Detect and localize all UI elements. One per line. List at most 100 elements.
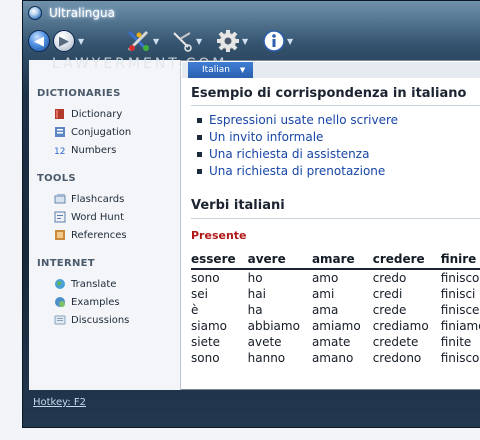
table-cell: finite	[440, 335, 472, 349]
table-cell: è	[191, 303, 199, 317]
table-cell: amano	[311, 351, 354, 365]
settings-dropdown-icon[interactable]: ▼	[242, 37, 248, 46]
tense-label: Presente	[191, 229, 247, 242]
column-header: amare	[311, 252, 373, 270]
hotkey-link[interactable]: Hotkey: F2	[33, 397, 86, 408]
sidebar-item-label: Conjugation	[71, 126, 132, 138]
sidebar-item-translate[interactable]: Translate	[54, 275, 180, 293]
sidebar-item-label: Numbers	[71, 144, 117, 156]
page-title: Esempio di corrispondenza in italiano	[191, 86, 480, 106]
tab-language[interactable]: Italian ▼	[188, 62, 254, 78]
sidebar-item-label: Examples	[71, 296, 120, 308]
sidebar-item-word-hunt[interactable]: Word Hunt	[54, 208, 180, 226]
status-bar: Hotkey: F2	[29, 393, 480, 413]
title-bar: Ultralingua	[22, 0, 480, 26]
flashcards-icon	[54, 194, 66, 204]
column-header: credere	[372, 252, 441, 270]
tools-icon[interactable]	[126, 29, 152, 57]
svg-text:12: 12	[54, 147, 65, 156]
table-row: siete avete amate credete finite	[191, 334, 480, 350]
sidebar-item-label: Discussions	[71, 314, 130, 326]
table-cell: siete	[191, 335, 221, 349]
table-cell: sei	[191, 287, 208, 301]
back-arrow-icon[interactable]: ◀	[28, 30, 50, 52]
table-cell: ama	[311, 303, 339, 317]
app-icon	[28, 6, 42, 20]
conjugation-icon	[55, 127, 65, 137]
table-cell: credete	[372, 335, 419, 349]
tab-strip: Italian ▼	[182, 62, 480, 78]
examples-icon	[55, 297, 65, 307]
table-cell: ha	[247, 303, 263, 317]
table-cell: avete	[247, 335, 282, 349]
page-background	[22, 428, 480, 440]
globe-icon	[55, 279, 65, 289]
sidebar-item-label: References	[71, 229, 127, 241]
sidebar-item-dictionary[interactable]: Dictionary	[54, 105, 180, 123]
table-cell: amiamo	[311, 319, 361, 333]
scissors-icon[interactable]	[170, 29, 194, 57]
table-cell: amate	[311, 335, 351, 349]
numbers-icon: 12	[54, 147, 65, 156]
table-cell: abbiamo	[247, 319, 300, 333]
window-title: Ultralingua	[49, 6, 115, 20]
sidebar-item-label: Word Hunt	[71, 211, 124, 223]
sidebar-item-numbers[interactable]: 12 Numbers	[54, 141, 180, 159]
table-cell: hanno	[247, 351, 286, 365]
sidebar-item-conjugation[interactable]: Conjugation	[54, 123, 180, 141]
table-cell: credo	[372, 271, 407, 285]
table-row: sei hai ami credi finisci	[191, 286, 480, 302]
table-cell: crediamo	[372, 319, 429, 333]
table-cell: ami	[311, 287, 335, 301]
table-cell: crede	[372, 303, 407, 317]
table-cell: amo	[311, 271, 339, 285]
chevron-down-icon[interactable]: ▼	[240, 66, 245, 74]
sidebar-section-dictionaries: DICTIONARIES	[37, 88, 121, 99]
sidebar-section-tools: TOOLS	[37, 173, 76, 184]
sidebar: DICTIONARIES Dictionary Conjugation 12 N…	[29, 60, 181, 390]
link-item[interactable]: Una richiesta di prenotazione	[197, 163, 480, 180]
info-dropdown-icon[interactable]: ▼	[287, 37, 293, 46]
table-cell: finisci	[440, 287, 476, 301]
conjugation-table: essere avere amare credere finire sono h…	[191, 252, 480, 366]
column-header: essere	[191, 252, 248, 270]
table-cell: finisco	[440, 271, 480, 285]
column-header: avere	[247, 252, 312, 270]
table-row: sono hanno amano credono finiscono	[191, 350, 480, 366]
tab-language-label: Italian	[202, 65, 230, 75]
table-row: sono ho amo credo finisco	[191, 269, 480, 286]
table-cell: credi	[372, 287, 403, 301]
table-cell: finiamo	[440, 319, 480, 333]
link-item[interactable]: Un invito informale	[197, 129, 480, 146]
forward-arrow-icon[interactable]: ▶	[53, 30, 75, 52]
sidebar-item-references[interactable]: References	[54, 226, 180, 244]
tools-dropdown-icon[interactable]: ▼	[153, 37, 159, 46]
table-cell: credono	[372, 351, 422, 365]
link-item[interactable]: Espressioni usate nello scrivere	[197, 112, 480, 129]
table-row: siamo abbiamo amiamo crediamo finiamo	[191, 318, 480, 334]
table-cell: ho	[247, 271, 263, 285]
table-cell: finiscono	[440, 351, 480, 365]
gear-icon[interactable]	[216, 29, 240, 57]
word-hunt-icon	[54, 211, 66, 223]
sidebar-item-label: Dictionary	[71, 108, 123, 120]
sidebar-item-flashcards[interactable]: Flashcards	[54, 190, 180, 208]
table-cell: sono	[191, 271, 220, 285]
scissors-dropdown-icon[interactable]: ▼	[196, 37, 202, 46]
sidebar-item-discussions[interactable]: Discussions	[54, 311, 180, 329]
table-row: è ha ama crede finisce	[191, 302, 480, 318]
table-cell: hai	[247, 287, 266, 301]
main-content: Esempio di corrispondenza in italiano Es…	[182, 80, 480, 390]
toolbar: ◀ ▶ ▼ ▼ ▼ ▼ ▼	[22, 26, 480, 58]
sidebar-item-label: Translate	[71, 278, 117, 290]
history-dropdown-icon[interactable]: ▼	[78, 37, 84, 46]
section-title-verbs: Verbi italiani	[191, 198, 480, 219]
column-header: finire	[440, 252, 480, 270]
table-cell: sono	[191, 351, 220, 365]
info-icon[interactable]	[262, 29, 286, 57]
link-list: Espressioni usate nello scrivere Un invi…	[191, 112, 480, 180]
sidebar-section-internet: INTERNET	[37, 258, 95, 269]
table-header-row: essere avere amare credere finire	[191, 252, 480, 270]
link-item[interactable]: Una richiesta di assistenza	[197, 146, 480, 163]
sidebar-item-examples[interactable]: Examples	[54, 293, 180, 311]
